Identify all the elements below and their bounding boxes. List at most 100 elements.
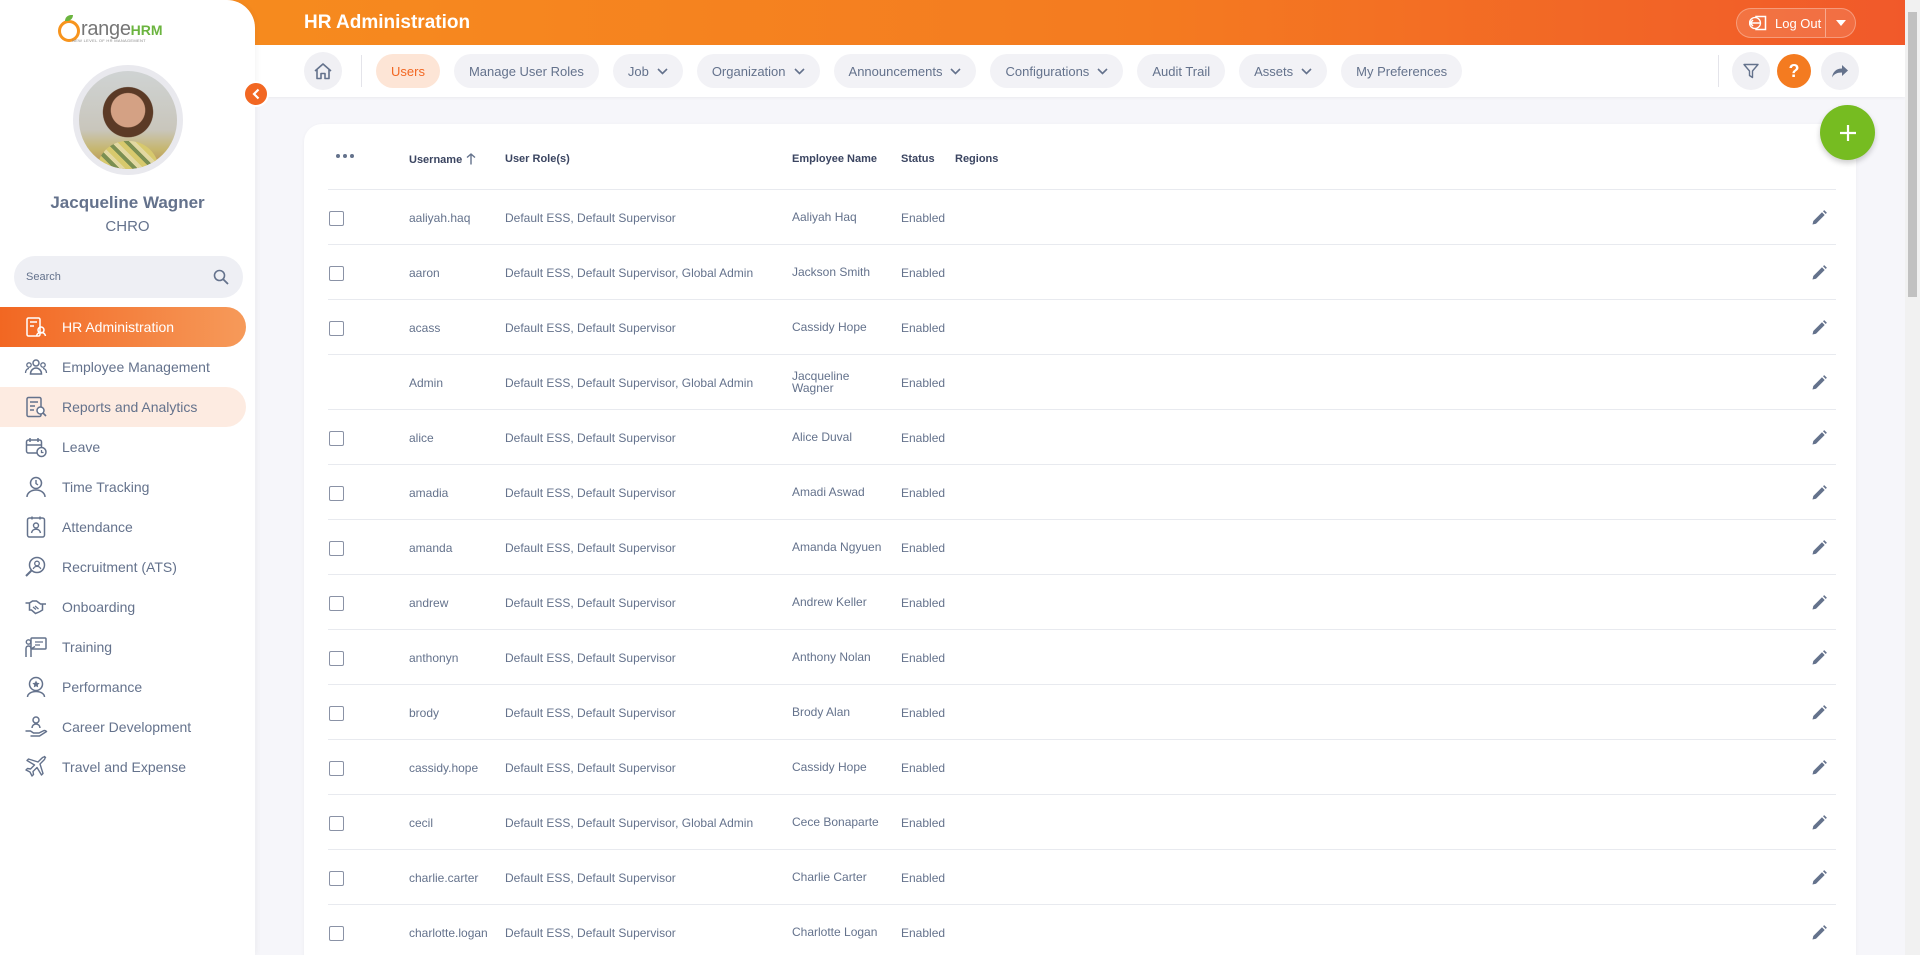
sidebar-item-hr-administration[interactable]: HR Administration (0, 307, 246, 347)
add-user-button[interactable] (1820, 105, 1875, 160)
edit-icon[interactable] (1810, 484, 1828, 502)
row-checkbox[interactable] (329, 321, 344, 336)
collapse-sidebar-button[interactable] (243, 81, 269, 107)
sidebar-item-label: Leave (62, 439, 101, 455)
tab-organization[interactable]: Organization (696, 54, 820, 88)
tab-job[interactable]: Job (612, 54, 683, 88)
edit-icon[interactable] (1810, 814, 1828, 832)
row-checkbox[interactable] (329, 871, 344, 886)
share-button[interactable] (1821, 52, 1859, 90)
cell-roles: Default ESS, Default Supervisor (505, 926, 676, 940)
table-row[interactable]: amanda Default ESS, Default Supervisor Ama… (328, 520, 1836, 575)
avatar[interactable] (73, 65, 183, 175)
tab-assets[interactable]: Assets (1239, 54, 1328, 88)
col-regions[interactable]: Regions (955, 153, 998, 165)
edit-icon[interactable] (1810, 539, 1828, 557)
edit-icon[interactable] (1810, 759, 1828, 777)
sidebar-item-performance[interactable]: Performance (0, 667, 246, 707)
cell-employee: Amadi Aswad (792, 485, 865, 499)
edit-icon[interactable] (1810, 704, 1828, 722)
edit-icon[interactable] (1810, 649, 1828, 667)
table-row[interactable]: Admin Default ESS, Default Supervisor, Gl… (328, 355, 1836, 410)
search-input[interactable] (26, 271, 213, 283)
table-row[interactable]: cassidy.hope Default ESS, Default Supervi… (328, 740, 1836, 795)
row-checkbox[interactable] (329, 926, 344, 941)
hr-admin-icon (24, 315, 48, 339)
help-button[interactable]: ? (1777, 54, 1811, 88)
logout-button[interactable]: Log Out (1737, 9, 1826, 37)
sidebar-item-leave[interactable]: Leave (0, 427, 246, 467)
table-row[interactable]: charlotte.logan Default ESS, Default Supe… (328, 905, 1836, 955)
table-row[interactable]: anthonyn Default ESS, Default Supervisor A… (328, 630, 1836, 685)
row-checkbox[interactable] (329, 706, 344, 721)
tab-manage-user-roles[interactable]: Manage User Roles (453, 54, 599, 88)
plus-icon (1839, 124, 1856, 141)
table-row[interactable]: alice Default ESS, Default Supervisor Alic… (328, 410, 1836, 465)
edit-icon[interactable] (1810, 209, 1828, 227)
sidebar-item-travel-and-expense[interactable]: Travel and Expense (0, 747, 246, 787)
edit-icon[interactable] (1810, 594, 1828, 612)
edit-icon[interactable] (1810, 429, 1828, 447)
row-checkbox[interactable] (329, 211, 344, 226)
table-row[interactable]: aaliyah.haq Default ESS, Default Supervis… (328, 190, 1836, 245)
sidebar-item-career-development[interactable]: Career Development (0, 707, 246, 747)
home-button[interactable] (304, 52, 342, 90)
sidebar-item-time-tracking[interactable]: Time Tracking (0, 467, 246, 507)
sidebar-item-recruitment-ats[interactable]: Recruitment (ATS) (0, 547, 246, 587)
sidebar-item-onboarding[interactable]: Onboarding (0, 587, 246, 627)
tab-audit-trail[interactable]: Audit Trail (1137, 54, 1226, 88)
tab-users[interactable]: Users (376, 54, 440, 88)
onboarding-icon (24, 595, 48, 619)
edit-icon[interactable] (1810, 924, 1828, 942)
table-row[interactable]: amadia Default ESS, Default Supervisor Ama… (328, 465, 1836, 520)
cell-username: charlotte.logan (409, 926, 488, 940)
edit-icon[interactable] (1810, 264, 1828, 282)
row-checkbox[interactable] (329, 431, 344, 446)
sidebar-item-reports-and-analytics[interactable]: Reports and Analytics (0, 387, 246, 427)
sidebar-item-employee-management[interactable]: Employee Management (0, 347, 246, 387)
help-icon: ? (1788, 60, 1800, 81)
col-employee[interactable]: Employee Name (792, 153, 877, 165)
sidebar-item-label: Travel and Expense (62, 759, 186, 775)
cell-roles: Default ESS, Default Supervisor (505, 211, 676, 225)
travel-icon (24, 755, 48, 779)
page-scrollbar[interactable] (1905, 0, 1920, 955)
table-row[interactable]: cecil Default ESS, Default Supervisor, Gl… (328, 795, 1836, 850)
scrollbar-thumb[interactable] (1908, 12, 1917, 297)
col-roles[interactable]: User Role(s) (505, 153, 570, 165)
cell-employee: Jackson Smith (792, 265, 871, 279)
tab-configurations[interactable]: Configurations (990, 54, 1124, 88)
table-row[interactable]: charlie.carter Default ESS, Default Super… (328, 850, 1836, 905)
sort-ascending-icon[interactable] (466, 153, 476, 165)
col-status[interactable]: Status (901, 153, 935, 165)
cell-employee: Alice Duval (792, 430, 853, 444)
row-checkbox[interactable] (329, 541, 344, 556)
table-row[interactable]: aaron Default ESS, Default Supervisor, Gl… (328, 245, 1836, 300)
row-checkbox[interactable] (329, 266, 344, 281)
row-checkbox[interactable] (329, 486, 344, 501)
col-username[interactable]: Username (409, 153, 476, 166)
filter-button[interactable] (1732, 52, 1770, 90)
logout-dropdown-button[interactable] (1826, 20, 1855, 26)
tab-my-preferences[interactable]: My Preferences (1341, 54, 1463, 88)
orangehrm-logo[interactable]: range HRM NEW LEVEL OF HR MANAGEMENT (58, 8, 163, 43)
row-checkbox[interactable] (329, 651, 344, 666)
row-checkbox[interactable] (329, 596, 344, 611)
search-icon[interactable] (213, 269, 229, 285)
edit-icon[interactable] (1810, 319, 1828, 337)
attendance-icon (24, 515, 48, 539)
edit-icon[interactable] (1810, 869, 1828, 887)
table-row[interactable]: acass Default ESS, Default Supervisor Cass… (328, 300, 1836, 355)
more-options-icon[interactable] (336, 154, 354, 158)
row-checkbox[interactable] (329, 761, 344, 776)
sidebar-item-attendance[interactable]: Attendance (0, 507, 246, 547)
sidebar-item-training[interactable]: Training (0, 627, 246, 667)
cell-username: andrew (409, 596, 449, 610)
table-row[interactable]: andrew Default ESS, Default Supervisor And… (328, 575, 1836, 630)
tab-announcements[interactable]: Announcements (833, 54, 977, 88)
cell-username: charlie.carter (409, 871, 479, 885)
row-checkbox[interactable] (329, 816, 344, 831)
table-row[interactable]: brody Default ESS, Default Supervisor Brod… (328, 685, 1836, 740)
chevron-down-icon (1097, 67, 1108, 75)
edit-icon[interactable] (1810, 374, 1828, 392)
